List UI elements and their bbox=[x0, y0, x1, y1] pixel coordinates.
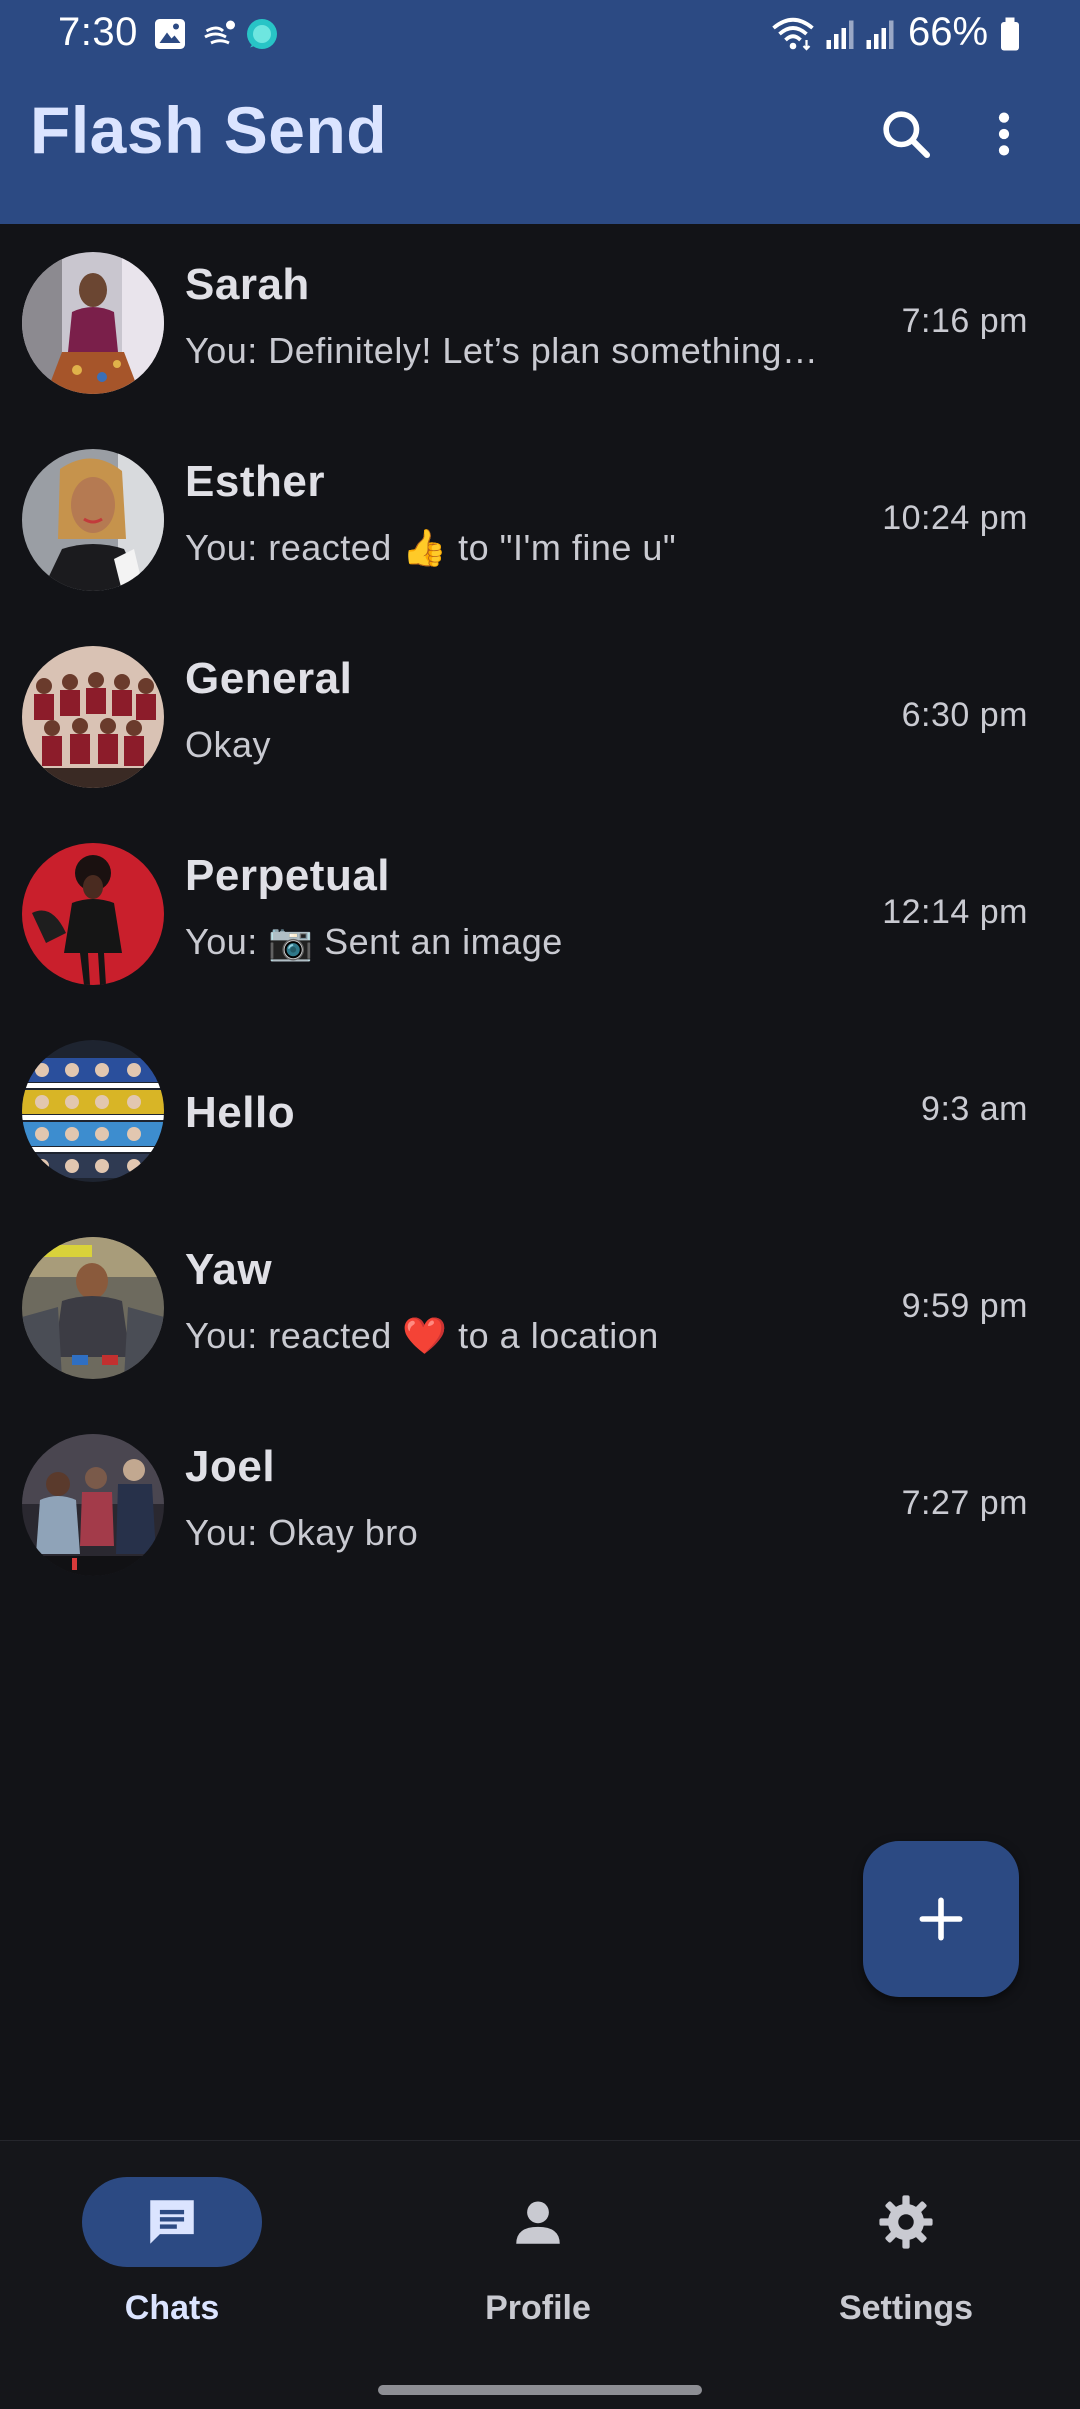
chat-time: 7:16 pm bbox=[901, 302, 1028, 340]
avatar-image bbox=[22, 1237, 164, 1379]
home-indicator[interactable] bbox=[378, 2385, 702, 2395]
gallery-icon bbox=[155, 19, 185, 49]
bottom-navigation: Chats Profile Settings bbox=[0, 2140, 1080, 2409]
nav-indicator bbox=[82, 2177, 262, 2267]
avatar-image bbox=[22, 646, 164, 788]
avatar[interactable] bbox=[22, 252, 164, 394]
chat-row-hello[interactable]: Hello 9:3 am bbox=[0, 1012, 1080, 1209]
chat-row-perpetual[interactable]: Perpetual You: 📷 Sent an image 12:14 pm bbox=[0, 815, 1080, 1012]
chat-time: 10:24 pm bbox=[882, 499, 1028, 537]
avatar-image bbox=[22, 1040, 164, 1182]
chat-name: Perpetual bbox=[185, 851, 391, 900]
battery-icon bbox=[1001, 17, 1019, 51]
status-bar: 7:30 66% bbox=[0, 0, 1080, 68]
chat-time: 9:59 pm bbox=[901, 1287, 1028, 1325]
chat-name: Sarah bbox=[185, 260, 310, 309]
chat-row-joel[interactable]: Joel You: Okay bro 7:27 pm bbox=[0, 1406, 1080, 1603]
more-options-button[interactable] bbox=[968, 98, 1040, 170]
chat-time: 6:30 pm bbox=[901, 696, 1028, 734]
chat-time: 7:27 pm bbox=[901, 1484, 1028, 1522]
plus-icon bbox=[919, 1897, 963, 1941]
app-title: Flash Send bbox=[30, 93, 388, 167]
avatar[interactable] bbox=[22, 646, 164, 788]
chat-name: General bbox=[185, 654, 353, 703]
wifi-icon bbox=[772, 17, 814, 51]
chat-preview: You: Definitely! Let’s plan something… bbox=[185, 330, 819, 371]
avatar[interactable] bbox=[22, 1040, 164, 1182]
avatar[interactable] bbox=[22, 843, 164, 985]
chat-time: 12:14 pm bbox=[882, 893, 1028, 931]
app-notification-icon bbox=[247, 19, 277, 49]
chat-name: Hello bbox=[185, 1088, 296, 1137]
chat-name: Joel bbox=[185, 1442, 276, 1491]
chat-icon bbox=[150, 2200, 194, 2244]
avatar-image bbox=[22, 1434, 164, 1576]
chat-row-yaw[interactable]: Yaw You: reacted ❤️ to a location 9:59 p… bbox=[0, 1209, 1080, 1406]
avatar-image bbox=[22, 252, 164, 394]
avatar-image bbox=[22, 843, 164, 985]
chat-name: Esther bbox=[185, 457, 325, 506]
signal-icon bbox=[826, 20, 854, 49]
signal-icon bbox=[866, 20, 894, 49]
nav-item-chats[interactable]: Chats bbox=[22, 2177, 322, 2337]
chat-preview: You: reacted 👍 to "I'm fine u" bbox=[185, 527, 677, 568]
person-icon bbox=[516, 2201, 560, 2244]
chat-preview: You: reacted ❤️ to a location bbox=[185, 1315, 659, 1356]
chat-name: Yaw bbox=[185, 1245, 273, 1294]
top-bar: 7:30 66% Flash Send bbox=[0, 0, 1080, 224]
search-icon bbox=[883, 111, 931, 159]
new-chat-button[interactable] bbox=[863, 1841, 1019, 1997]
battery-percent: 66% bbox=[908, 10, 989, 54]
nav-label: Settings bbox=[838, 2289, 974, 2327]
chat-preview: You: Okay bro bbox=[185, 1512, 419, 1553]
search-button[interactable] bbox=[870, 98, 942, 170]
chat-preview: You: 📷 Sent an image bbox=[185, 921, 563, 962]
nav-label: Profile bbox=[485, 2289, 591, 2327]
nav-item-profile[interactable]: Profile bbox=[388, 2177, 688, 2337]
weather-icon bbox=[204, 20, 235, 45]
nav-label: Chats bbox=[124, 2289, 220, 2327]
nav-item-settings[interactable]: Settings bbox=[756, 2177, 1056, 2337]
chat-list: Sarah You: Definitely! Let’s plan someth… bbox=[0, 224, 1080, 1603]
chat-row-general[interactable]: General Okay 6:30 pm bbox=[0, 618, 1080, 815]
chat-row-esther[interactable]: Esther You: reacted 👍 to "I'm fine u" 10… bbox=[0, 421, 1080, 618]
avatar-image bbox=[22, 449, 164, 591]
avatar[interactable] bbox=[22, 1434, 164, 1576]
avatar[interactable] bbox=[22, 449, 164, 591]
chat-preview: Okay bbox=[185, 724, 272, 765]
chat-time: 9:3 am bbox=[921, 1090, 1028, 1128]
status-time: 7:30 bbox=[58, 10, 138, 54]
chat-row-sarah[interactable]: Sarah You: Definitely! Let’s plan someth… bbox=[0, 224, 1080, 421]
more-vert-icon bbox=[998, 112, 1010, 156]
nav-indicator bbox=[816, 2177, 996, 2267]
nav-indicator bbox=[448, 2177, 628, 2267]
avatar[interactable] bbox=[22, 1237, 164, 1379]
gear-icon bbox=[879, 2195, 933, 2249]
